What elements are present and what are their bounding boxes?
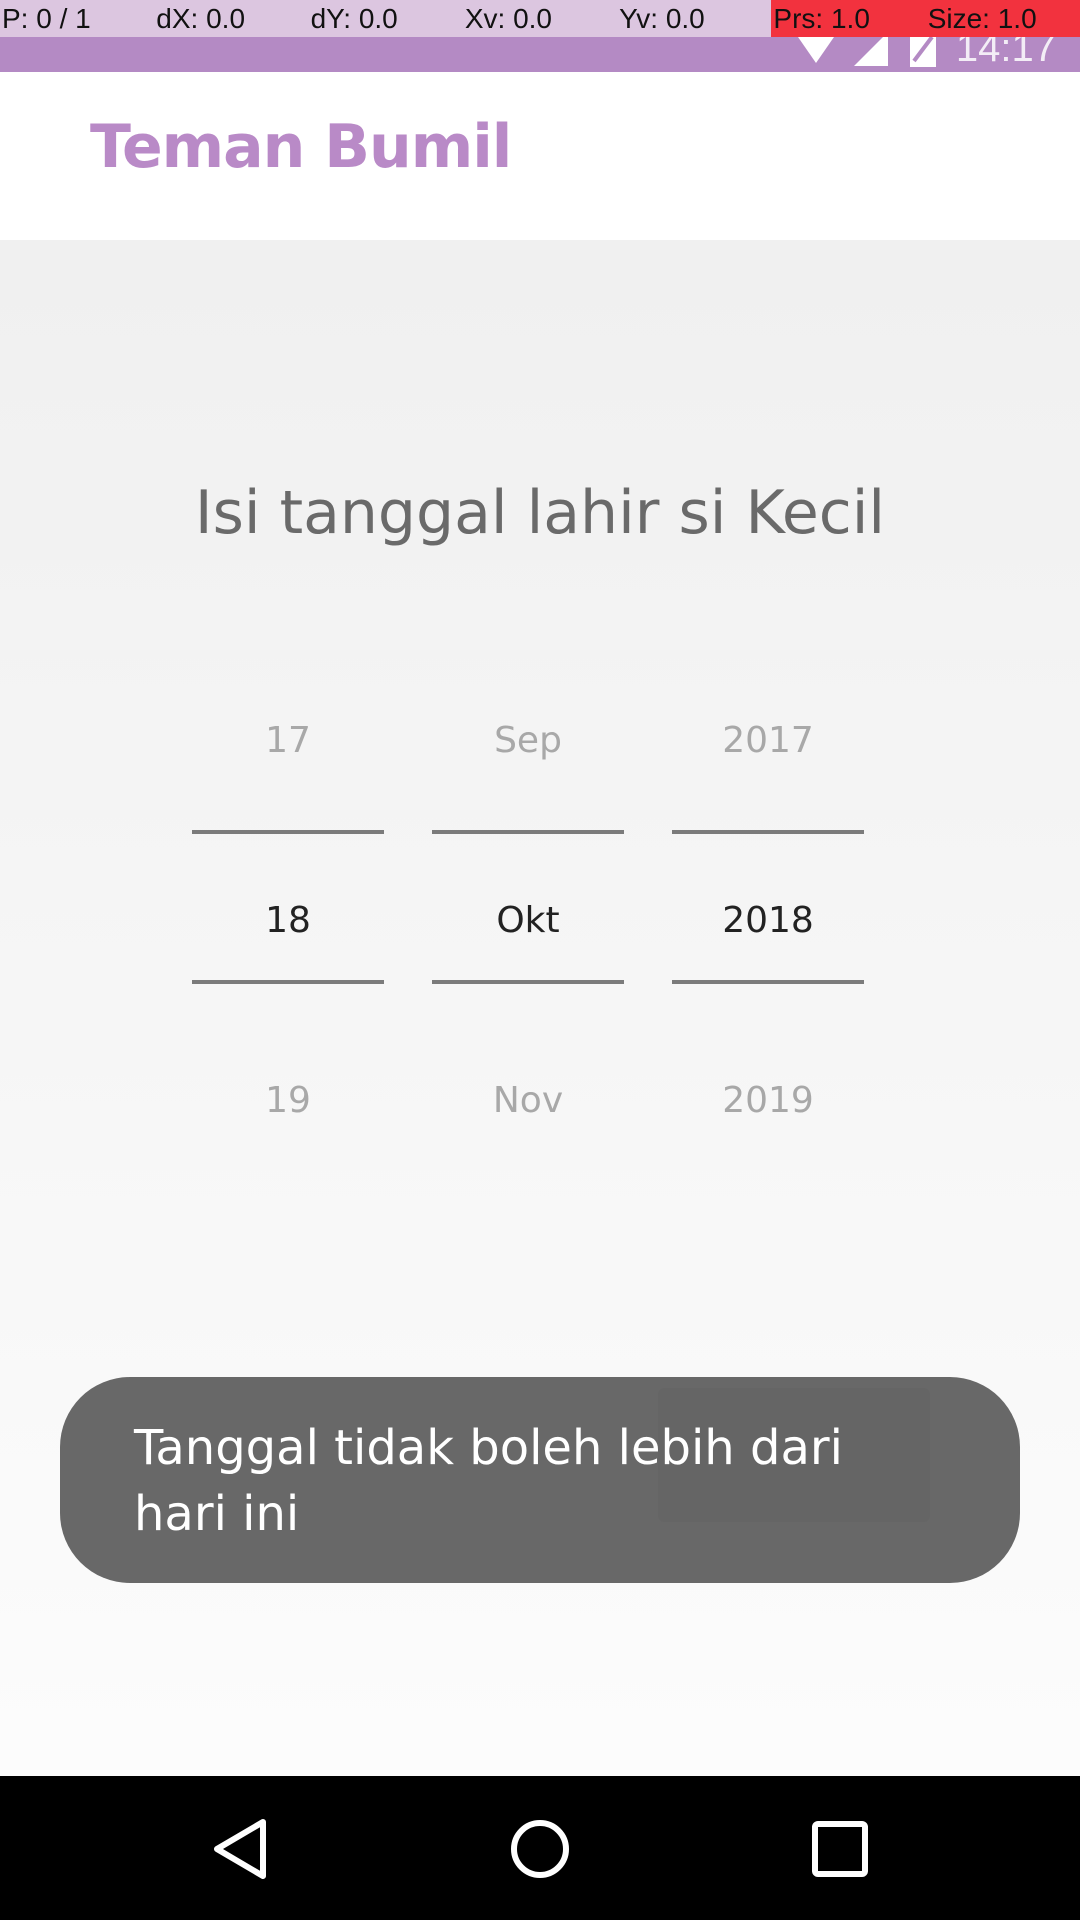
delta-x: dX: 0.0 [156,3,246,34]
year-prev-value[interactable]: 2017 [672,720,864,761]
picker-divider [672,830,864,834]
toast-message: Tanggal tidak boleh lebih dari hari ini [60,1377,1020,1583]
day-next-value[interactable]: 19 [192,1080,384,1121]
delta-y: dY: 0.0 [310,3,398,34]
month-next-value[interactable]: Nov [432,1080,624,1121]
picker-divider [192,980,384,984]
picker-divider [432,830,624,834]
app-bar: Teman Bumil [0,72,1080,240]
year-selected-value[interactable]: 2018 [672,900,864,941]
navigation-bar [0,1776,1080,1920]
velocity-y: Yv: 0.0 [619,3,705,34]
picker-divider [192,830,384,834]
wifi-icon [797,32,834,63]
year-next-value[interactable]: 2019 [672,1080,864,1121]
app-logo-title: Teman Bumil [90,112,512,182]
page-heading: Isi tanggal lahir si Kecil [194,478,886,548]
day-selected-value[interactable]: 18 [192,900,384,941]
pointer-count: P: 0 / 1 [2,3,91,34]
day-prev-value[interactable]: 17 [192,720,384,761]
home-icon[interactable] [505,1814,575,1884]
pointer-location-overlay: P: 0 / 1 dX: 0.0 dY: 0.0 Xv: 0.0 Yv: 0.0… [0,0,1080,37]
picker-divider [672,980,864,984]
picker-divider [432,980,624,984]
recents-icon[interactable] [805,1814,875,1884]
pressure: Prs: 1.0 [771,0,926,37]
month-prev-value[interactable]: Sep [432,720,624,761]
month-selected-value[interactable]: Okt [432,900,624,941]
velocity-x: Xv: 0.0 [464,3,553,34]
back-icon[interactable] [205,1814,275,1884]
touch-size: Size: 1.0 [925,0,1080,37]
toast-text: Tanggal tidak boleh lebih dari hari ini [134,1420,843,1542]
